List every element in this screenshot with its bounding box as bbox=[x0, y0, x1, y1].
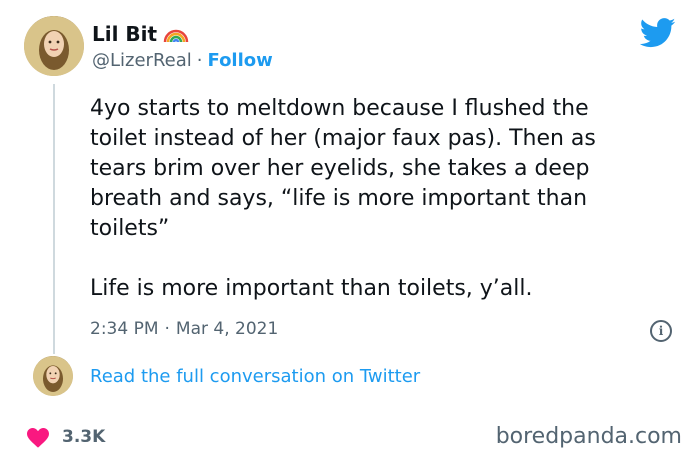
timestamp-separator: · bbox=[164, 319, 170, 339]
watermark: boredpanda.com bbox=[495, 424, 682, 449]
conversation-avatar[interactable] bbox=[33, 356, 73, 396]
avatar-image bbox=[24, 16, 84, 76]
thread-line bbox=[53, 84, 55, 354]
like-button[interactable]: 3.3K bbox=[26, 426, 105, 448]
follow-button[interactable]: Follow bbox=[208, 50, 273, 71]
author-name[interactable]: Lil Bit bbox=[92, 22, 157, 46]
like-count: 3.3K bbox=[62, 427, 106, 447]
twitter-bird-icon[interactable] bbox=[639, 18, 676, 52]
author-handle[interactable]: @LizerReal bbox=[92, 50, 192, 71]
rainbow-icon bbox=[163, 29, 189, 43]
tweet-date: Mar 4, 2021 bbox=[175, 319, 279, 339]
author-handle-row: @LizerReal · Follow bbox=[92, 50, 273, 71]
avatar-image-small bbox=[33, 356, 73, 396]
heart-icon bbox=[27, 428, 49, 448]
author-avatar[interactable] bbox=[24, 16, 84, 76]
read-conversation-link[interactable]: Read the full conversation on Twitter bbox=[90, 366, 420, 387]
separator-dot: · bbox=[196, 50, 203, 71]
tweet-time: 2:34 PM bbox=[90, 319, 159, 339]
tweet-text: 4yo starts to meltdown because I flushed… bbox=[90, 96, 596, 301]
author-name-row: Lil Bit bbox=[92, 22, 189, 46]
tweet-timestamp[interactable]: 2:34 PM · Mar 4, 2021 bbox=[90, 319, 278, 339]
info-icon[interactable]: i bbox=[650, 320, 672, 342]
